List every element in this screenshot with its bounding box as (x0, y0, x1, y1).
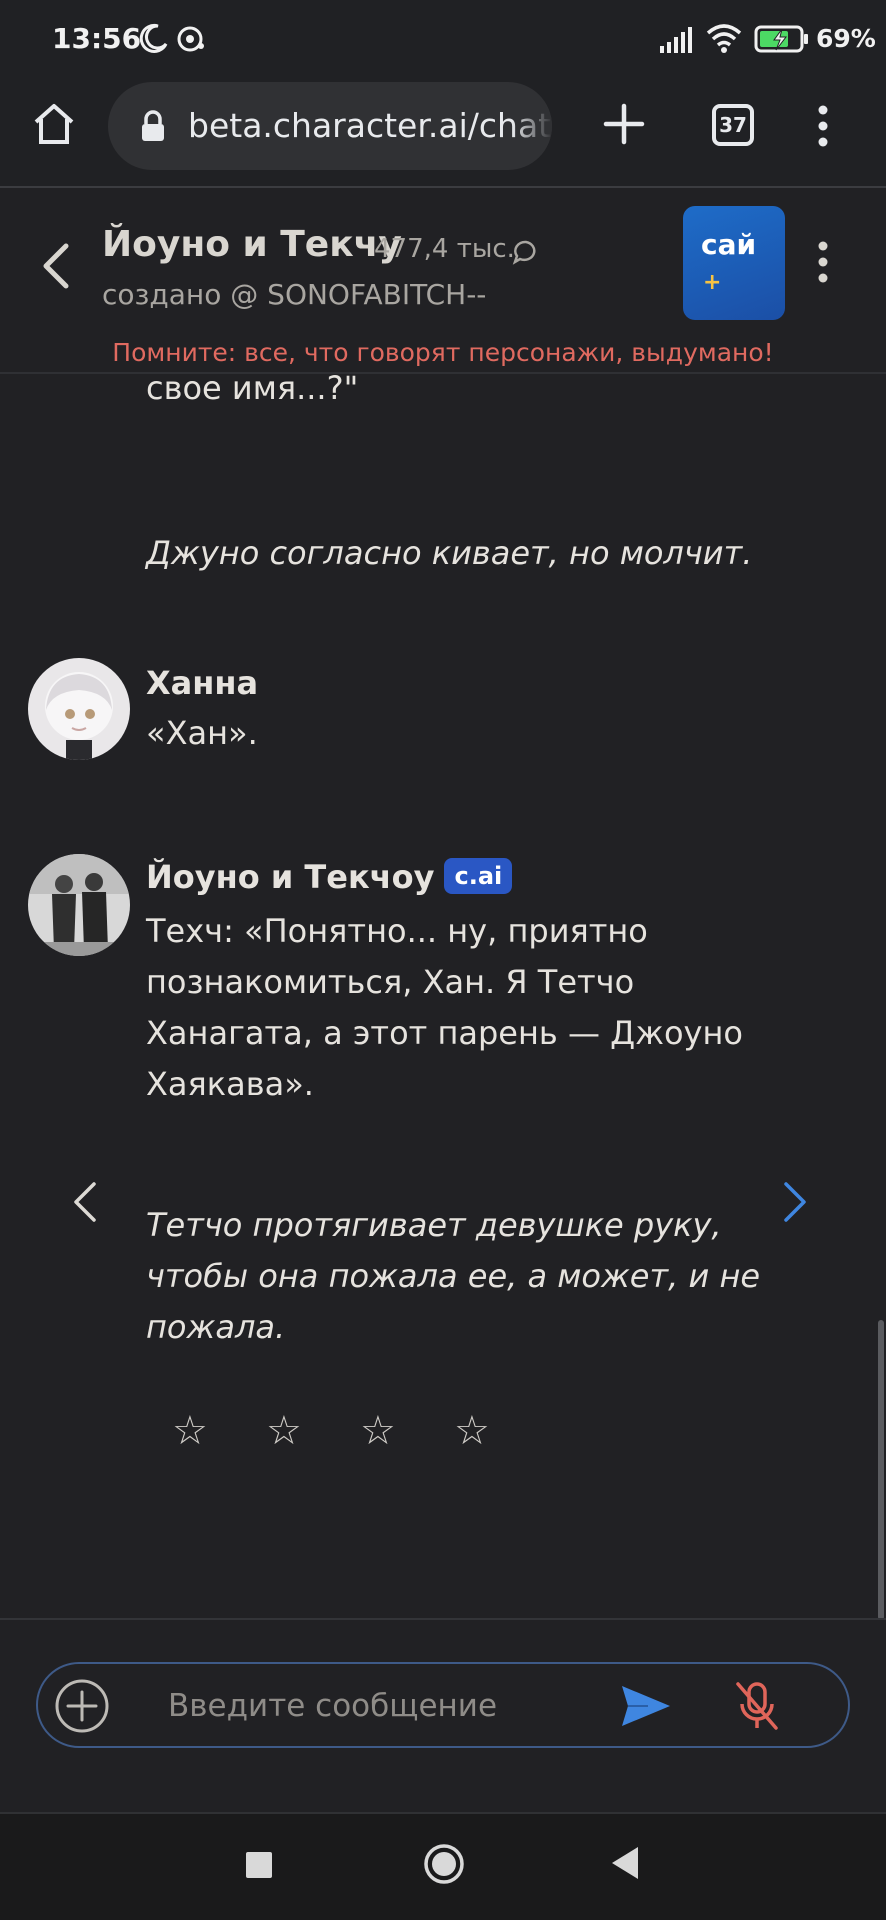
chat-header: Йоуно и Текчу 477,4 тыс. создано @ SONOF… (0, 190, 886, 374)
battery-charging-icon (754, 25, 808, 53)
plus-icon[interactable] (602, 102, 646, 146)
url-fade (512, 82, 552, 170)
lock-icon (142, 110, 164, 141)
created-by[interactable]: создано @ SONOFABITCH-- (102, 278, 486, 311)
cai-plus-button[interactable]: сай + (683, 206, 785, 320)
rating-stars: ☆ ☆ ☆ ☆ (172, 1408, 512, 1458)
chat-messages[interactable]: могли бы вы хотя бы назвать нам свое имя… (0, 374, 886, 1618)
send-icon[interactable] (618, 1682, 674, 1730)
battery-percent: 69% (816, 24, 876, 53)
back-triangle-icon[interactable] (608, 1844, 642, 1882)
back-chevron-icon[interactable] (38, 240, 74, 292)
recents-square-icon[interactable] (246, 1852, 272, 1878)
address-bar[interactable]: beta.character.ai/chat (108, 82, 552, 170)
previous-message-tail: могли бы вы хотя бы назвать нам свое имя… (146, 374, 359, 407)
scrollbar[interactable] (878, 1320, 884, 1620)
status-bar: 13:56 69% (0, 0, 886, 78)
microphone-off-icon[interactable] (734, 1680, 780, 1732)
system-nav-bar (0, 1812, 886, 1920)
next-swipe-chevron-icon[interactable] (782, 1180, 808, 1224)
wifi-icon (706, 24, 742, 53)
moon-icon (139, 23, 168, 53)
home-circle-icon[interactable] (422, 1842, 466, 1886)
character-avatar[interactable] (28, 854, 130, 956)
url-text: beta.character.ai/chat (188, 106, 552, 145)
user-avatar-image (28, 658, 130, 760)
user-sender-name: Ханна (146, 664, 259, 702)
chat-menu-dots-icon[interactable] (810, 238, 836, 286)
disclaimer: Помните: все, что говорят персонажи, выд… (112, 338, 774, 367)
rating-star-2[interactable]: ☆ (266, 1408, 302, 1454)
character-sender-name: Йоуно и Текчоу c.ai (146, 858, 513, 896)
character-avatar-image (28, 854, 130, 956)
home-icon[interactable] (30, 100, 78, 148)
status-time: 13:56 (52, 22, 142, 55)
character-message-text: Техч: «Понятно... ну, приятно познакомит… (146, 912, 743, 1103)
previous-swipe-chevron-icon[interactable] (72, 1180, 98, 1224)
message-input[interactable] (168, 1684, 628, 1728)
cai-plus-sign: + (703, 270, 722, 295)
cai-plus-label: сай (701, 228, 757, 261)
signal-icon (660, 27, 692, 53)
rating-star-1[interactable]: ☆ (172, 1408, 208, 1454)
rating-star-3[interactable]: ☆ (360, 1408, 396, 1454)
user-message-text: «Хан». (146, 714, 258, 752)
chat-bubble-icon (512, 240, 536, 265)
rating-star-4[interactable]: ☆ (454, 1408, 490, 1454)
chat-count: 477,4 тыс. (374, 234, 515, 264)
menu-dots-icon[interactable] (810, 102, 836, 150)
message-composer (36, 1662, 850, 1748)
add-circle-icon[interactable] (54, 1678, 110, 1734)
character-sender-label: Йоуно и Текчоу (146, 858, 435, 896)
notification-icon (177, 26, 204, 52)
character-title[interactable]: Йоуно и Текчу (102, 224, 402, 265)
user-avatar[interactable] (28, 658, 130, 760)
cai-badge: c.ai (444, 858, 513, 894)
previous-message-action: Джуно согласно кивает, но молчит. (146, 534, 753, 572)
composer-area (0, 1618, 886, 1812)
character-message-action: Тетчо протягивает девушке руку, чтобы он… (146, 1206, 761, 1346)
tabs-icon[interactable]: 37 (712, 104, 754, 146)
browser-toolbar: beta.character.ai/chat 37 (0, 78, 886, 188)
